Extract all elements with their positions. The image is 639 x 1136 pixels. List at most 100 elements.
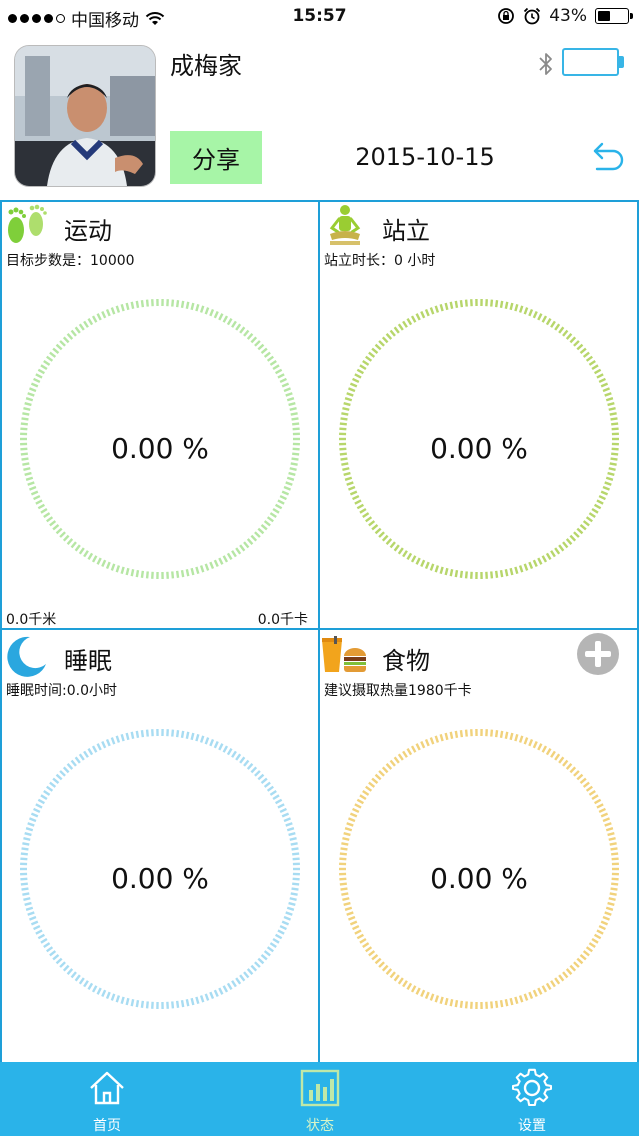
avatar-photo	[15, 46, 155, 186]
ring-tick	[454, 730, 459, 739]
ring-tick	[415, 987, 421, 995]
food-panel[interactable]: 食物 建议摄取热量1980千卡 0.00 %	[320, 630, 639, 1062]
ring-tick	[344, 397, 353, 402]
ring-tick	[579, 523, 587, 531]
ring-tick	[209, 561, 215, 570]
ring-tick	[24, 402, 32, 407]
ring-tick	[62, 336, 70, 344]
date-display[interactable]: 2015-10-15	[340, 143, 510, 171]
ring-tick	[22, 842, 30, 846]
ring-tick	[180, 730, 185, 739]
ring-tick	[518, 305, 524, 313]
status-bar: 中国移动 15:57 43%	[0, 0, 639, 34]
add-food-button[interactable]	[577, 633, 619, 675]
ring-tick	[46, 355, 54, 362]
tab-home[interactable]: 首页	[47, 1062, 167, 1136]
ring-tick	[49, 781, 57, 788]
tab-settings[interactable]: 设置	[472, 1062, 592, 1136]
ring-tick	[91, 555, 98, 563]
ring-tick	[554, 753, 561, 761]
ring-tick	[40, 937, 48, 944]
chart-icon	[300, 1069, 340, 1107]
ring-tick	[439, 734, 444, 742]
ring-tick	[605, 476, 614, 481]
ring-tick	[290, 412, 298, 416]
ring-tick	[340, 417, 348, 421]
food-recommended-calories: 建议摄取热量1980千卡	[324, 683, 472, 699]
ring-tick	[368, 781, 376, 788]
ring-tick	[266, 946, 274, 953]
ring-tick	[611, 452, 619, 456]
ring-tick	[226, 982, 233, 990]
ring-tick	[602, 387, 610, 393]
ring-tick	[374, 527, 382, 535]
ring-tick	[362, 789, 370, 796]
standing-panel[interactable]: 站立 站立时长：0 小时 0.00 %	[320, 200, 639, 628]
ring-tick	[342, 837, 350, 841]
ring-tick	[96, 557, 102, 565]
ring-tick	[406, 318, 413, 326]
avatar[interactable]	[15, 46, 155, 186]
ring-tick	[289, 407, 297, 411]
ring-tick	[70, 971, 77, 979]
ring-tick	[254, 961, 261, 968]
ring-tick	[78, 977, 85, 985]
ring-tick	[518, 995, 524, 1003]
ring-tick	[359, 364, 367, 371]
ring-tick	[195, 304, 200, 312]
tab-status[interactable]: 状态	[260, 1062, 380, 1136]
ring-tick	[257, 527, 265, 535]
ring-tick	[545, 748, 552, 756]
ring-tick	[35, 373, 43, 379]
ring-tick	[25, 476, 34, 481]
ring-tick	[263, 950, 271, 957]
ring-tick	[24, 471, 32, 476]
ring-tick	[204, 993, 210, 1001]
ring-tick	[343, 402, 351, 407]
ring-tick	[222, 315, 229, 323]
ring-tick	[226, 318, 233, 326]
ring-tick	[175, 570, 180, 578]
ring-tick	[402, 980, 408, 988]
ring-tick	[429, 993, 435, 1001]
ring-tick	[340, 887, 348, 891]
ring-tick	[272, 364, 280, 371]
ring-tick	[125, 567, 130, 576]
ring-tick	[292, 852, 300, 856]
ring-tick	[569, 534, 577, 542]
ring-tick	[285, 911, 293, 916]
ring-tick	[199, 995, 205, 1003]
ring-tick	[292, 877, 300, 881]
ring-tick	[420, 740, 426, 749]
ring-tick	[607, 402, 615, 407]
ring-tick	[424, 308, 430, 317]
share-button[interactable]: 分享	[170, 131, 262, 184]
tab-bar: 首页 状态 设置	[0, 1062, 639, 1136]
ring-tick	[415, 557, 421, 565]
ring-tick	[550, 980, 556, 988]
ring-tick	[101, 310, 107, 319]
ring-tick	[434, 995, 440, 1003]
ring-tick	[27, 822, 35, 827]
ring-tick	[292, 447, 300, 451]
ring-tick	[274, 798, 283, 805]
ring-tick	[514, 566, 519, 574]
ring-tick	[20, 852, 28, 856]
ring-tick	[62, 766, 70, 774]
ring-tick	[349, 812, 358, 818]
ring-tick	[410, 745, 417, 753]
ring-tick	[611, 882, 619, 886]
ring-tick	[499, 730, 504, 739]
ring-tick	[565, 538, 573, 545]
ring-tick	[607, 471, 615, 476]
ring-tick	[171, 1001, 175, 1009]
ring-tick	[286, 827, 295, 832]
ring-tick	[33, 924, 41, 931]
back-arrow-icon[interactable]	[591, 140, 627, 176]
sleep-panel[interactable]: 睡眠 睡眠时间:0.0小时 0.00 %	[0, 630, 318, 1062]
ring-tick	[415, 313, 421, 321]
ring-tick	[277, 929, 285, 935]
exercise-panel[interactable]: 运动 目标步数是：10000 0.00 % 0.0千米 0.0千卡	[0, 200, 318, 628]
ring-tick	[66, 333, 74, 340]
ring-tick	[29, 485, 37, 491]
